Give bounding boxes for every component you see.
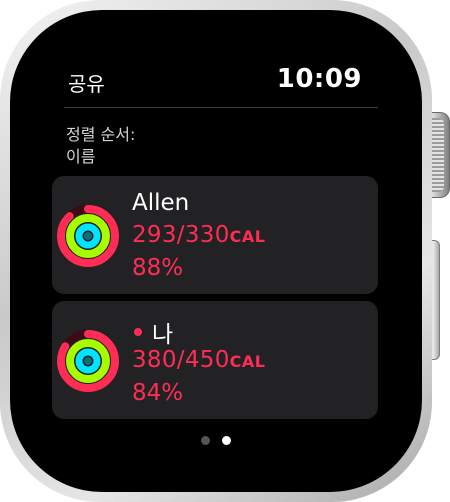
- friend-name: Allen: [132, 190, 189, 216]
- self-indicator-dot: [134, 328, 142, 336]
- calories-value: 380/450: [132, 347, 230, 373]
- watch-device: 공유 10:09 정렬 순서: 이름 Allen 293/330CAL 88%: [0, 0, 450, 502]
- calories-value: 293/330: [132, 222, 230, 248]
- watch-screen: 공유 10:09 정렬 순서: 이름 Allen 293/330CAL 88%: [50, 52, 382, 456]
- activity-rings-icon: [57, 205, 119, 267]
- calories-unit: CAL: [229, 227, 266, 246]
- calories-unit: CAL: [229, 352, 266, 371]
- sort-order-label: 정렬 순서:: [66, 125, 136, 144]
- friend-percent: 88%: [132, 255, 184, 281]
- sort-order-value: 이름: [66, 147, 96, 166]
- friend-name: 나: [132, 315, 173, 349]
- activity-rings-icon: [57, 330, 119, 392]
- stand-ring-center: [84, 357, 92, 365]
- page-dot[interactable]: [201, 436, 210, 445]
- friend-name-text: Allen: [132, 190, 190, 216]
- sort-order: 정렬 순서: 이름: [66, 124, 135, 168]
- page-dot-active[interactable]: [222, 436, 231, 445]
- friend-calories: 380/450CAL: [132, 347, 265, 373]
- header-divider: [64, 107, 378, 108]
- friend-card-allen[interactable]: Allen 293/330CAL 88%: [52, 176, 378, 294]
- friend-percent: 84%: [132, 380, 184, 406]
- friend-card-me[interactable]: 나 380/450CAL 84%: [52, 301, 378, 419]
- clock-time: 10:09: [276, 64, 362, 94]
- status-bar: 공유 10:09: [50, 52, 382, 106]
- page-indicator: [50, 436, 382, 448]
- stand-ring-center: [84, 232, 92, 240]
- friend-calories: 293/330CAL: [132, 222, 265, 248]
- friend-name-text: 나: [152, 322, 174, 348]
- page-title[interactable]: 공유: [68, 68, 105, 97]
